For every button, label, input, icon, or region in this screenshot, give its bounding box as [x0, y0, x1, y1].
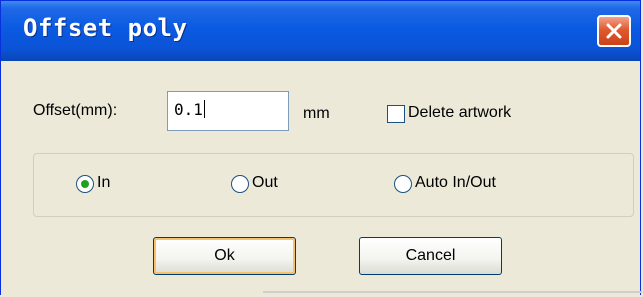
close-icon: [606, 23, 622, 39]
offset-value: 0.1: [174, 100, 203, 119]
offset-unit-label: mm: [303, 105, 330, 122]
radio-out[interactable]: [231, 175, 249, 193]
cancel-button[interactable]: Cancel: [359, 237, 502, 275]
delete-artwork-label[interactable]: Delete artwork: [408, 104, 511, 122]
radio-in-label[interactable]: In: [97, 174, 110, 192]
title-bar[interactable]: Offset poly: [1, 1, 640, 61]
text-caret: [203, 100, 205, 118]
direction-group: [33, 153, 634, 217]
dialog-body: Offset(mm): 0.1 mm Delete artwork In Out…: [1, 61, 642, 295]
ok-button[interactable]: Ok: [153, 237, 296, 275]
radio-in[interactable]: [76, 175, 94, 193]
radio-auto-in-out-label[interactable]: Auto In/Out: [415, 174, 496, 192]
close-button[interactable]: [597, 15, 631, 47]
offset-input[interactable]: 0.1: [167, 91, 289, 131]
delete-artwork-checkbox[interactable]: [387, 105, 405, 123]
radio-out-label[interactable]: Out: [252, 174, 278, 192]
window-title: Offset poly: [23, 14, 188, 42]
bottom-divider: [263, 291, 642, 293]
offset-poly-dialog: Offset poly Offset(mm): 0.1 mm Delete ar…: [0, 0, 642, 295]
offset-label: Offset(mm):: [33, 102, 118, 119]
radio-selected-dot: [81, 180, 89, 188]
radio-auto-in-out[interactable]: [394, 175, 412, 193]
